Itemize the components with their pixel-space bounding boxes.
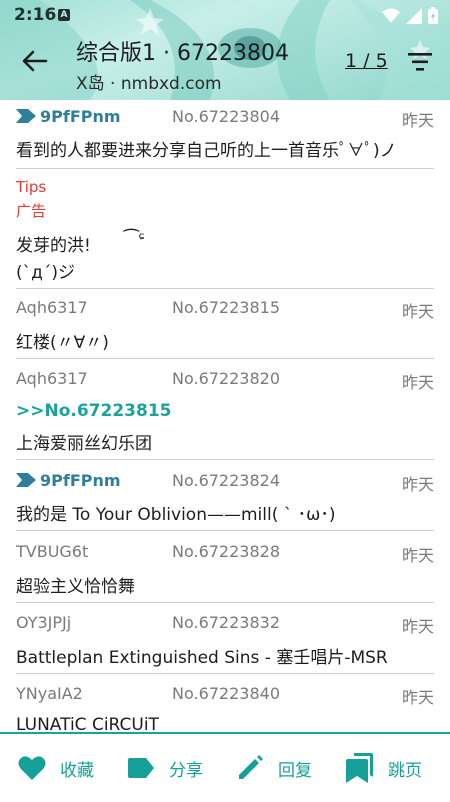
post-uid[interactable]: TVBUG6t: [16, 542, 88, 561]
post-number[interactable]: No.67223828: [172, 542, 280, 561]
post-item[interactable]: Aqh6317 No.67223820 昨天 >>No.67223815 上海爱…: [16, 367, 434, 460]
battery-icon: [428, 7, 438, 24]
post-uid[interactable]: Aqh6317: [16, 298, 88, 317]
post-meta: 9PfFPnm No.67223824 昨天: [16, 469, 434, 494]
page-title: 综合版1 · 67223804: [76, 41, 289, 66]
po-tag-icon: [16, 109, 36, 123]
post-meta: YNyaIA2 No.67223840 昨天: [16, 682, 434, 707]
post-time: 昨天: [401, 475, 434, 494]
post-uid[interactable]: Aqh6317: [16, 369, 88, 388]
post-number[interactable]: No.67223820: [172, 369, 280, 388]
heart-icon: [18, 756, 46, 780]
favorite-label: 收藏: [60, 760, 94, 781]
post-content: (`д´)ジ: [16, 263, 76, 283]
post-number[interactable]: No.67223815: [172, 298, 280, 317]
quote-reference-link[interactable]: >>No.67223815: [16, 401, 171, 421]
filter-icon[interactable]: [407, 51, 433, 73]
page-subtitle: X岛 · nmbxd.com: [76, 74, 222, 94]
post-emoticon: ⁀ᶝ: [124, 229, 146, 250]
post-meta: Aqh6317 No.67223820 昨天: [16, 367, 434, 392]
po-tag-icon: [16, 473, 36, 487]
post-content: 超验主义恰恰舞: [16, 577, 135, 597]
app-header: 2:16 A 综合版1 · 67223804 X岛 · nmbxd.com 1 …: [0, 0, 450, 100]
back-arrow-icon[interactable]: [20, 46, 50, 76]
post-time: 昨天: [401, 617, 434, 636]
post-time: 昨天: [401, 688, 434, 707]
post-number[interactable]: No.67223840: [172, 684, 280, 703]
post-content: 发芽的洪!: [16, 236, 91, 256]
post-time: 昨天: [401, 373, 434, 392]
page-indicator[interactable]: 1 / 5: [345, 50, 388, 72]
ad-post[interactable]: Tips 广告 发芽的洪! ⁀ᶝ (`д´)ジ: [16, 176, 434, 289]
post-content: LUNATiC CiRCUiT: [16, 715, 159, 732]
post-time: 昨天: [401, 111, 434, 130]
post-number[interactable]: No.67223832: [172, 613, 280, 632]
post-item[interactable]: OY3JPJj No.67223832 昨天 Battleplan Exting…: [16, 611, 434, 674]
post-content: 上海爱丽丝幻乐团: [16, 434, 152, 454]
tips-label: Tips: [16, 178, 47, 196]
reply-label: 回复: [278, 760, 312, 781]
post-meta: Aqh6317 No.67223815 昨天: [16, 296, 434, 321]
tag-icon: [128, 758, 154, 778]
post-number[interactable]: No.67223824: [172, 471, 280, 490]
status-icons: [382, 7, 438, 24]
post-item[interactable]: 9PfFPnm No.67223804 昨天 看到的人都要进来分享自己听的上一首…: [16, 105, 434, 169]
post-content: Battleplan Extinguished Sins - 塞壬唱片-MSR: [16, 648, 388, 668]
jump-page-button[interactable]: 跳页: [346, 752, 422, 784]
share-label: 分享: [169, 760, 203, 781]
bottom-action-bar: 收藏 分享 回复 跳页: [0, 732, 450, 802]
post-meta: TVBUG6t No.67223828 昨天: [16, 540, 434, 565]
post-item[interactable]: TVBUG6t No.67223828 昨天 超验主义恰恰舞: [16, 540, 434, 603]
jump-page-label: 跳页: [388, 760, 422, 781]
share-button[interactable]: 分享: [127, 752, 203, 784]
notification-badge: A: [58, 9, 70, 21]
post-item[interactable]: Aqh6317 No.67223815 昨天 红楼(〃∀〃): [16, 296, 434, 359]
status-bar: 2:16 A: [0, 0, 450, 32]
post-meta: OY3JPJj No.67223832 昨天: [16, 611, 434, 636]
post-uid[interactable]: 9PfFPnm: [40, 471, 121, 490]
post-uid[interactable]: OY3JPJj: [16, 613, 71, 632]
post-item[interactable]: 9PfFPnm No.67223824 昨天 我的是 To Your Obliv…: [16, 469, 434, 531]
pencil-icon: [239, 755, 263, 779]
bookmarks-icon: [346, 753, 373, 783]
post-time: 昨天: [401, 546, 434, 565]
post-content: 看到的人都要进来分享自己听的上一首音乐ﾟ∀ﾟ)ノ: [16, 141, 397, 161]
post-meta: 9PfFPnm No.67223804 昨天: [16, 105, 434, 130]
post-time: 昨天: [401, 302, 434, 321]
post-content: 红楼(〃∀〃): [16, 333, 109, 353]
post-uid[interactable]: 9PfFPnm: [40, 107, 121, 126]
post-number[interactable]: No.67223804: [172, 107, 280, 126]
favorite-button[interactable]: 收藏: [18, 752, 94, 784]
post-item[interactable]: YNyaIA2 No.67223840 昨天 LUNATiC CiRCUiT: [16, 682, 434, 732]
post-uid[interactable]: YNyaIA2: [16, 684, 83, 703]
status-time: 2:16: [14, 5, 57, 25]
reply-button[interactable]: 回复: [236, 752, 312, 784]
post-content: 我的是 To Your Oblivion——mill( ` ･ω･): [16, 505, 336, 525]
post-list[interactable]: 9PfFPnm No.67223804 昨天 看到的人都要进来分享自己听的上一首…: [0, 100, 450, 732]
signal-icon: [406, 7, 422, 24]
wifi-icon: [382, 8, 400, 23]
ad-label: 广告: [16, 202, 47, 220]
